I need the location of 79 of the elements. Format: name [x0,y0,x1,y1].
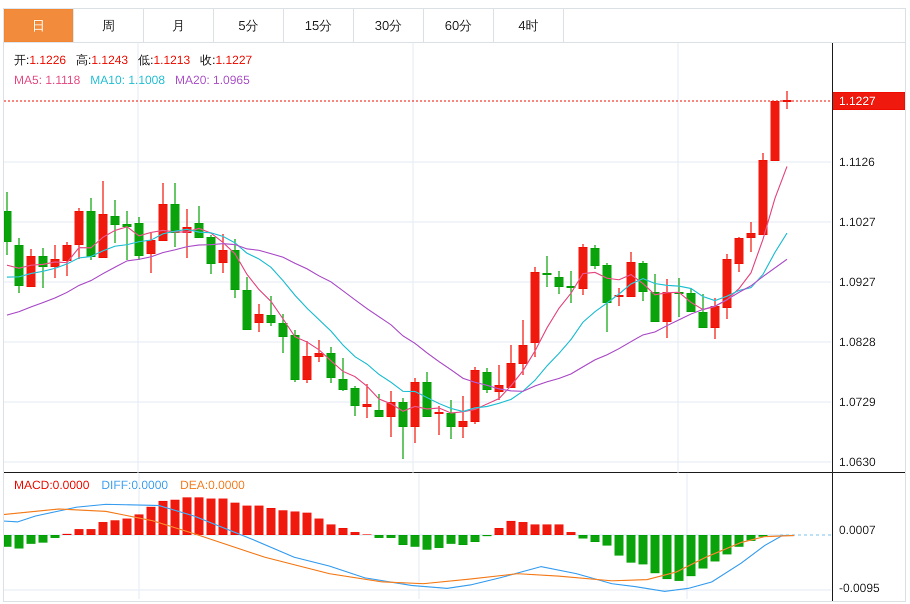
macd-bar [602,535,612,546]
macd-bar [434,535,444,548]
macd-bar [170,500,180,535]
macd-legend: DIFF:0.0000 [101,476,168,494]
macd-bar [242,506,252,535]
macd-bar [386,535,396,538]
ohlc-value: 收:1.1227 [200,52,252,69]
price-axis-label: 1.1027 [839,215,876,229]
macd-axis-label: -0.0095 [839,581,880,595]
macd-bar [50,535,60,538]
price-axis-label: 1.1126 [839,155,875,169]
macd-bar [410,535,420,547]
macd-bar [206,498,216,535]
macd-bar [182,497,192,535]
macd-bar [626,535,636,563]
macd-bar [506,520,516,535]
macd-bar [638,535,648,564]
moving-average-legend: MA5: 1.1118 [14,71,80,89]
macd-bar [590,535,600,542]
macd-bar [74,529,84,535]
macd-bar [134,514,144,535]
price-axis-label: 1.0828 [839,335,876,349]
macd-bar [326,524,336,535]
ohlc-value: 开:1.1226 [14,52,66,69]
moving-average-legend: MA20: 1.0965 [175,71,250,89]
macd-bar [26,535,36,544]
macd-bar [470,535,480,542]
macd-bar [230,502,240,535]
macd-bar [266,508,276,535]
macd-bar [218,498,228,535]
macd-bar [98,522,108,535]
macd-bar [110,520,120,535]
macd-bar [422,535,432,550]
macd-bar [674,535,684,581]
macd-bar [254,506,264,535]
macd-bar [194,497,204,535]
macd-bar [554,524,564,535]
macd-bar [518,522,528,535]
current-price-label: 1.1227 [833,92,905,110]
macd-bar [494,528,504,535]
macd-bar [578,535,588,539]
macd-bar [122,518,132,535]
macd-bar [158,500,168,535]
macd-bar [350,532,360,535]
macd-bar [650,535,660,574]
macd-legend: MACD:0.0000 [14,476,90,494]
macd-bar [302,512,312,535]
macd-bar [86,529,96,535]
macd-bar [314,518,324,535]
macd-bar [458,535,468,545]
macd-bar [14,535,24,549]
macd-bar [338,528,348,535]
macd-bar [746,535,756,541]
macd-axis-label: 0.0007 [839,523,876,537]
macd-bar [278,510,288,535]
macd-bar [530,524,540,535]
macd-bar [398,535,408,545]
price-axis-label: 1.0729 [839,395,876,409]
macd-bar [446,535,456,544]
macd-bar [662,535,672,580]
macd-bar [710,535,720,562]
macd-bar [566,532,576,535]
macd-bar [146,506,156,535]
macd-bar [290,511,300,535]
macd-bar [374,535,384,538]
macd-legend: DEA:0.0000 [180,476,245,494]
price-axis-label: 1.0927 [839,275,876,289]
macd-bar [542,524,552,535]
price-axis-label: 1.0630 [839,455,876,469]
macd-bar [38,535,48,543]
macd-bar [722,535,732,554]
macd-bar [734,535,744,547]
macd-bar [614,535,624,556]
macd-bar [4,535,12,547]
moving-average-legend: MA10: 1.1008 [90,71,166,89]
ohlc-value: 低:1.1213 [138,52,190,69]
ohlc-value: 高:1.1243 [76,52,128,69]
macd-bar [686,535,696,576]
macd-bar [698,535,708,569]
